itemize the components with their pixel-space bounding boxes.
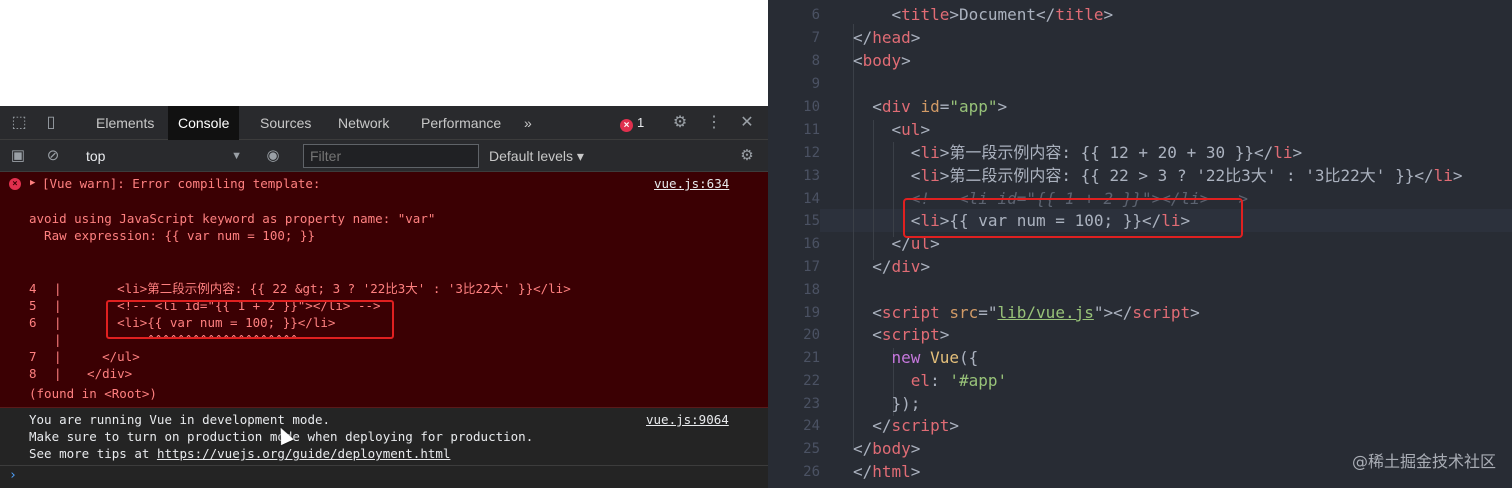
editor-line: 20 <script>: [803, 325, 950, 344]
editor-line: 22 el: '#app': [803, 371, 1008, 390]
error-detail: avoid using JavaScript keyword as proper…: [29, 211, 436, 226]
editor-line: 13 <li>第二段示例内容: {{ 22 > 3 ? '22比3大' : '3…: [803, 166, 1463, 185]
close-icon[interactable]: ✕: [737, 113, 757, 133]
filter-input[interactable]: [303, 144, 479, 168]
tab-network[interactable]: Network: [328, 106, 399, 140]
editor-line: 19 <script src="lib/vue.js"></script>: [803, 303, 1200, 322]
editor-line: 18: [803, 282, 820, 298]
info-source-link[interactable]: vue.js:9064: [646, 411, 729, 428]
console-toolbar: ▣ ⊘ top ▼ ◉ Default levels ▾ ⚙: [0, 140, 768, 172]
error-icon: ×: [9, 178, 21, 190]
code-editor[interactable]: 6 <title>Document</title> 7 </head> 8 <b…: [768, 0, 1512, 488]
error-counter[interactable]: × 1: [620, 115, 645, 132]
watermark: @稀土掘金技术社区: [1351, 452, 1496, 471]
editor-line: 11 <ul>: [803, 120, 931, 139]
log-levels-dropdown[interactable]: Default levels ▾: [489, 146, 584, 166]
sidebar-icon[interactable]: ▣: [8, 146, 28, 166]
error-raw-expression: Raw expression: {{ var num = 100; }}: [29, 228, 315, 243]
editor-line: 21 new Vue({: [803, 348, 979, 367]
settings-icon[interactable]: ⚙: [737, 146, 757, 166]
code-frame-line: 4 | <li>第二段示例内容: {{ 22 &gt; 3 ? '22比3大' :…: [29, 281, 571, 296]
browser-pane: ⬚ ▯ Elements Console Sources Network Per…: [0, 0, 768, 488]
code-frame-line: 8 | </div>: [29, 366, 133, 381]
code-frame-line: 5 | <!-- <li id="{{ 1 + 2 }}"></li> -->: [29, 298, 381, 313]
expand-triangle-icon[interactable]: ▶: [30, 178, 35, 188]
annotation-highlight-box: [106, 300, 394, 339]
devtools-tab-bar: ⬚ ▯ Elements Console Sources Network Per…: [0, 106, 768, 140]
tab-sources[interactable]: Sources: [250, 106, 321, 140]
inspect-icon[interactable]: ⬚: [9, 113, 29, 133]
editor-line: 8 <body>: [811, 51, 911, 70]
more-vert-icon[interactable]: ⋮: [704, 113, 724, 133]
editor-line: 10 <div id="app">: [803, 97, 1008, 116]
eye-icon[interactable]: ◉: [263, 146, 283, 166]
error-header: [Vue warn]: Error compiling template:: [42, 176, 321, 191]
clear-icon[interactable]: ⊘: [43, 146, 63, 166]
info-line-3: See more tips at https://vuejs.org/guide…: [29, 446, 451, 461]
found-in: (found in <Root>): [29, 386, 157, 401]
error-message[interactable]: × ▶ [Vue warn]: Error compiling template…: [0, 172, 768, 408]
editor-line: 23 });: [803, 394, 921, 413]
page-viewport: [0, 0, 768, 106]
deployment-link[interactable]: https://vuejs.org/guide/deployment.html: [157, 446, 451, 461]
editor-line: 7 </head>: [811, 28, 921, 47]
editor-line: 6 <title>Document</title>: [811, 5, 1114, 24]
editor-line: 12 <li>第一段示例内容: {{ 12 + 20 + 30 }}</li>: [803, 143, 1303, 162]
devtools-panel: ⬚ ▯ Elements Console Sources Network Per…: [0, 106, 768, 488]
tab-performance[interactable]: Performance: [411, 106, 511, 140]
tab-console[interactable]: Console: [168, 106, 240, 140]
settings-icon[interactable]: ⚙: [670, 113, 690, 133]
editor-line: 17 </div>: [803, 257, 931, 276]
console-messages: × ▶ [Vue warn]: Error compiling template…: [0, 172, 768, 488]
editor-line: 24 </script>: [803, 416, 959, 435]
console-prompt[interactable]: ›: [9, 468, 17, 483]
more-tabs-button[interactable]: »: [514, 106, 542, 140]
device-toggle-icon[interactable]: ▯: [41, 113, 61, 133]
error-icon: ×: [620, 119, 633, 132]
context-select[interactable]: top ▼: [86, 146, 244, 166]
tab-elements[interactable]: Elements: [86, 106, 164, 140]
error-count-value: 1: [637, 115, 645, 130]
chevron-down-icon: ▼: [231, 150, 242, 162]
annotation-highlight-box: [903, 198, 1243, 238]
editor-line: 9: [811, 76, 820, 92]
info-message: You are running Vue in development mode.…: [0, 408, 768, 466]
context-value: top: [86, 148, 106, 164]
error-source-link[interactable]: vue.js:634: [654, 175, 729, 192]
